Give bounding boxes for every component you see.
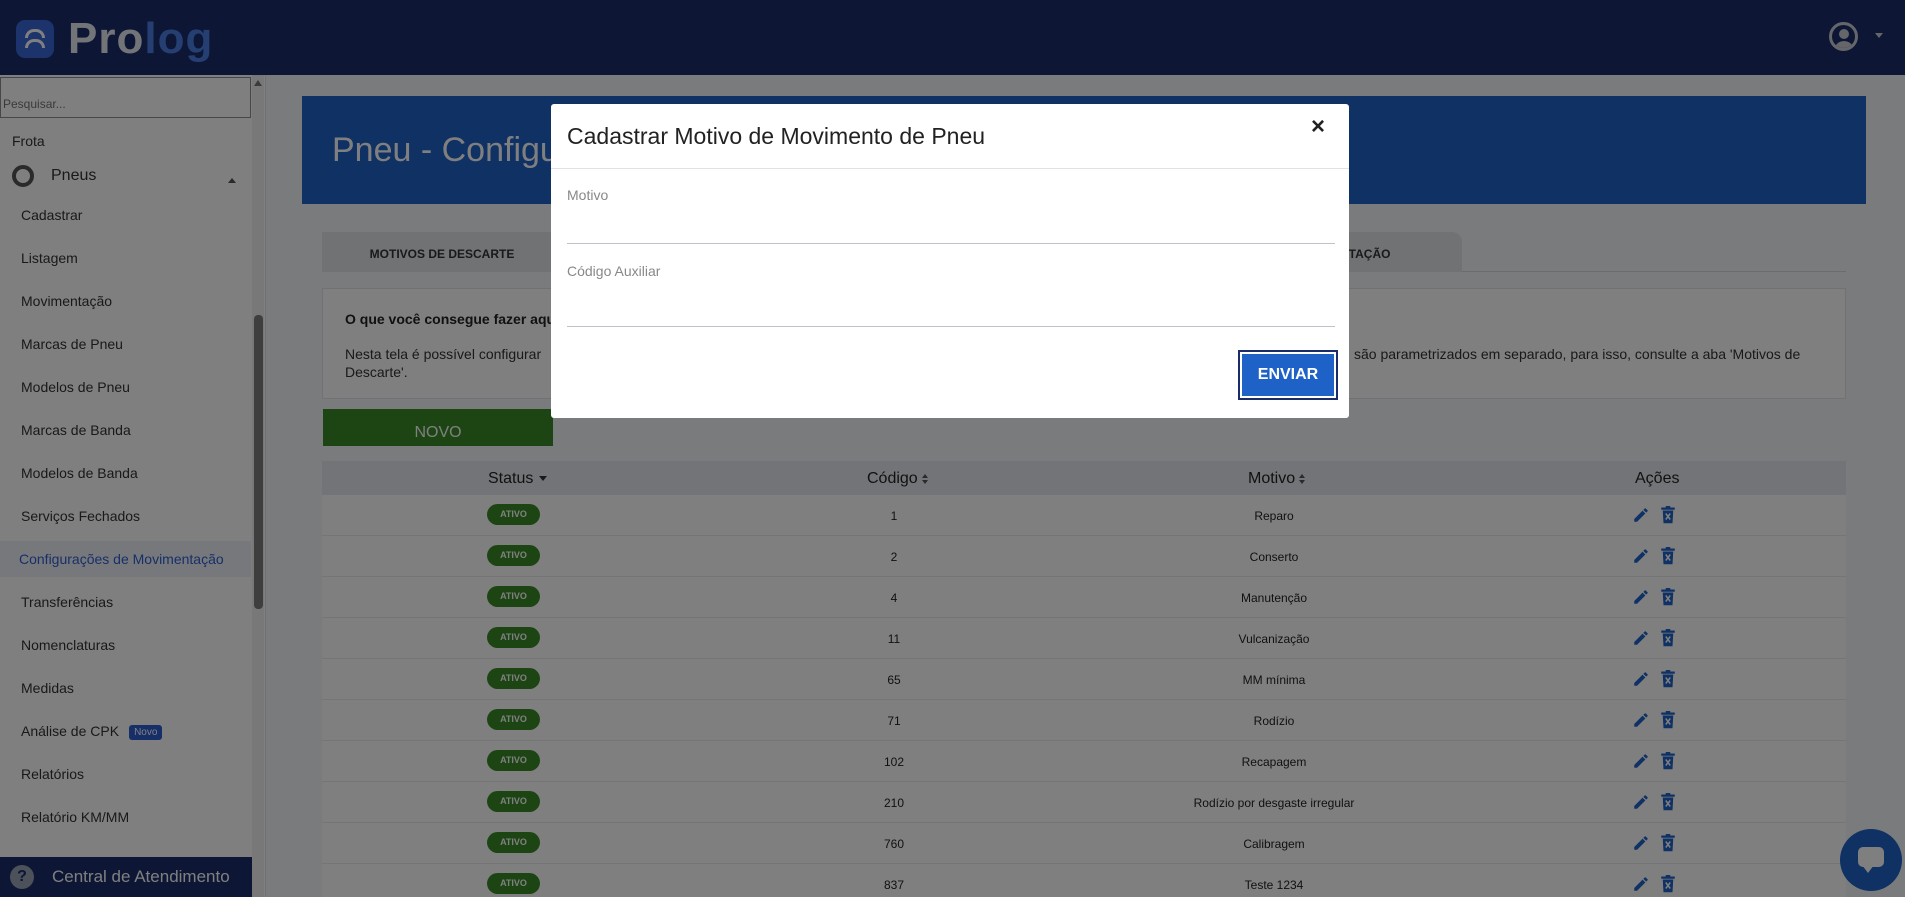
- codigo-auxiliar-input[interactable]: [567, 297, 1335, 327]
- submit-button[interactable]: ENVIAR: [1238, 350, 1338, 400]
- create-reason-modal: Cadastrar Motivo de Movimento de Pneu × …: [551, 104, 1349, 418]
- modal-divider: [551, 168, 1349, 169]
- modal-title: Cadastrar Motivo de Movimento de Pneu: [567, 123, 986, 149]
- close-icon[interactable]: ×: [1306, 115, 1330, 139]
- motivo-input[interactable]: [567, 214, 1335, 244]
- codigo-auxiliar-label: Código Auxiliar: [567, 263, 661, 279]
- motivo-label: Motivo: [567, 187, 609, 203]
